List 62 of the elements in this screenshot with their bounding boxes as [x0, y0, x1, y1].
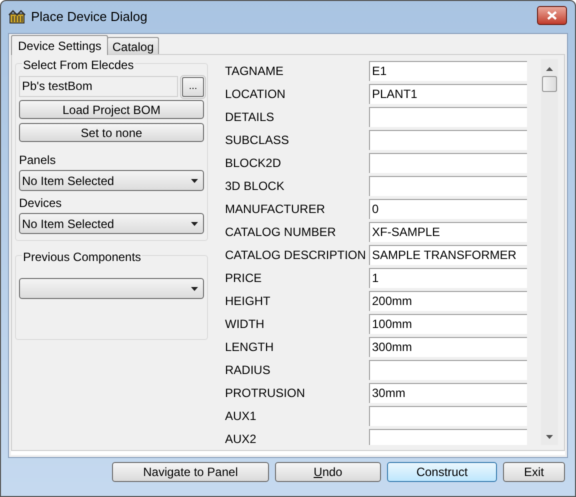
scroll-down-icon	[546, 435, 553, 439]
window-title: Place Device Dialog	[31, 8, 148, 26]
property-name: DETAILS	[225, 108, 276, 126]
set-none-button[interactable]: Set to none	[19, 123, 204, 142]
property-field[interactable]: 300mm	[369, 336, 527, 356]
scroll-up-icon	[546, 67, 553, 71]
property-field[interactable]	[369, 152, 527, 172]
property-name: CATALOG DESCRIPTION	[225, 246, 367, 264]
dropdown-arrow-icon	[191, 286, 198, 290]
property-name: SUBCLASS	[225, 132, 290, 148]
dropdown[interactable]: No Item Selected	[19, 213, 204, 234]
property-field[interactable]: 30mm	[369, 382, 527, 402]
browse-button[interactable]: ...	[182, 76, 204, 96]
load-bom-button[interactable]: Load Project BOM	[19, 100, 204, 119]
field-label: Devices	[19, 195, 62, 212]
property-name: PROTRUSION	[225, 384, 306, 402]
property-name: LOCATION	[225, 86, 286, 102]
property-field[interactable]: 1	[369, 268, 527, 288]
dialog-button[interactable]: Exit	[503, 462, 565, 482]
text-field[interactable]: Pb's testBom	[19, 76, 178, 97]
app-icon	[8, 10, 26, 24]
tab[interactable]: Catalog	[107, 37, 159, 54]
dropdown[interactable]	[19, 278, 204, 299]
field-label: Panels	[19, 152, 56, 169]
close-button[interactable]	[537, 6, 567, 24]
scroll-thumb[interactable]	[542, 76, 557, 92]
property-name: BLOCK2D	[225, 154, 282, 172]
property-field[interactable]: XF-SAMPLE	[369, 222, 527, 242]
dropdown-value: No Item Selected	[22, 172, 114, 190]
property-name: AUX2	[225, 430, 258, 445]
dropdown-arrow-icon	[191, 178, 198, 182]
property-field[interactable]	[369, 428, 527, 445]
property-field[interactable]	[369, 360, 527, 380]
property-name: AUX1	[225, 408, 258, 424]
property-field[interactable]: 100mm	[369, 314, 527, 334]
dialog-button[interactable]: Construct	[387, 462, 497, 482]
property-name: MANUFACTURER	[225, 200, 326, 218]
dialog-button[interactable]: Navigate to Panel	[112, 462, 269, 482]
close-icon	[547, 10, 557, 20]
property-field[interactable]: SAMPLE TRANSFORMER	[369, 244, 527, 264]
property-name: 3D BLOCK	[225, 178, 286, 194]
property-field[interactable]	[369, 406, 527, 426]
property-name: TAGNAME	[225, 62, 284, 80]
property-field[interactable]: PLANT1	[369, 84, 527, 104]
property-name: CATALOG NUMBER	[225, 224, 337, 240]
property-name: LENGTH	[225, 338, 275, 356]
property-name: WIDTH	[225, 316, 266, 332]
property-field[interactable]: 200mm	[369, 290, 527, 310]
property-name: PRICE	[225, 270, 263, 286]
property-name: RADIUS	[225, 362, 272, 378]
dropdown-value: No Item Selected	[22, 216, 114, 232]
property-field[interactable]: E1	[369, 60, 527, 80]
property-field[interactable]	[369, 106, 527, 126]
dialog-button[interactable]: Undo	[275, 462, 381, 482]
property-name: HEIGHT	[225, 292, 272, 310]
tab[interactable]: Device Settings	[11, 35, 108, 55]
dropdown[interactable]: No Item Selected	[19, 170, 204, 191]
property-field[interactable]	[369, 176, 527, 196]
dropdown-arrow-icon	[191, 222, 198, 226]
property-field[interactable]: 0	[369, 198, 527, 218]
property-field[interactable]	[369, 130, 527, 150]
scrollbar[interactable]	[541, 59, 558, 445]
